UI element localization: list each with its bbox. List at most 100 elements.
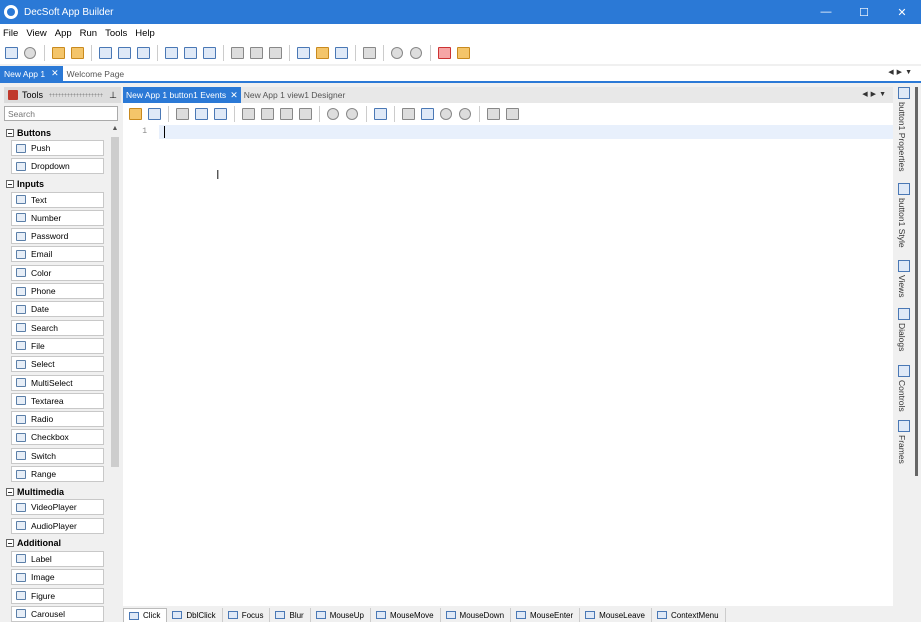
tool-item-carousel[interactable]: Carousel (11, 605, 104, 622)
cut-icon[interactable] (258, 105, 276, 123)
add-frame-icon[interactable] (200, 44, 218, 62)
options-icon[interactable] (360, 44, 378, 62)
menu-run[interactable]: Run (76, 28, 101, 39)
dialog-settings-icon[interactable] (247, 44, 265, 62)
tool-item-number[interactable]: Number (11, 209, 104, 226)
minimize-button[interactable]: — (807, 0, 845, 24)
view-settings-icon[interactable] (228, 44, 246, 62)
menu-app[interactable]: App (51, 28, 76, 39)
tool-item-audioplayer[interactable]: AudioPlayer (11, 517, 104, 534)
insert-icon[interactable] (173, 105, 191, 123)
open-app-icon[interactable] (21, 44, 39, 62)
find-icon[interactable] (399, 105, 417, 123)
collapse-icon[interactable] (6, 128, 14, 137)
tab-nav-arrows-icon[interactable]: ◀▶▼ (862, 90, 889, 98)
copy-icon[interactable] (277, 105, 295, 123)
app-files-icon[interactable] (313, 44, 331, 62)
tool-item-phone[interactable]: Phone (11, 283, 104, 300)
tool-item-dropdown[interactable]: Dropdown (11, 158, 104, 175)
frame-settings-icon[interactable] (266, 44, 284, 62)
event-tab-mouseenter[interactable]: MouseEnter (511, 608, 581, 622)
find-replace-icon[interactable] (418, 105, 436, 123)
goto-line-icon[interactable] (484, 105, 502, 123)
save-icon[interactable] (96, 44, 114, 62)
event-tab-mouseup[interactable]: MouseUp (311, 608, 371, 622)
category-multimedia[interactable]: Multimedia (4, 484, 108, 499)
event-tab-contextmenu[interactable]: ContextMenu (652, 608, 726, 622)
tool-item-date[interactable]: Date (11, 301, 104, 318)
tool-item-multiselect[interactable]: MultiSelect (11, 374, 104, 391)
close-tab-icon[interactable]: ✕ (51, 68, 59, 79)
collapse-icon[interactable] (6, 539, 14, 548)
close-tab-icon[interactable]: ✕ (230, 90, 238, 101)
event-tab-click[interactable]: Click (123, 608, 168, 622)
redo-icon[interactable] (343, 105, 361, 123)
tab-new-app-1[interactable]: New App 1 ✕ (0, 66, 63, 81)
tool-item-textarea[interactable]: Textarea (11, 392, 104, 409)
menu-file[interactable]: File (0, 28, 22, 39)
side-panel-button1-properties[interactable]: button1 Properties (895, 87, 921, 191)
tool-item-figure[interactable]: Figure (11, 587, 104, 604)
tool-item-range[interactable]: Range (11, 466, 104, 483)
code-snippet-icon[interactable] (371, 105, 389, 123)
scroll-thumb[interactable] (111, 137, 119, 467)
collapse-icon[interactable] (6, 487, 14, 496)
menu-tools[interactable]: Tools (101, 28, 131, 39)
format-icon[interactable] (192, 105, 210, 123)
event-tab-focus[interactable]: Focus (223, 608, 271, 622)
menu-view[interactable]: View (22, 28, 50, 39)
find-icon[interactable] (49, 44, 67, 62)
code-editor[interactable]: 1 I (123, 125, 893, 590)
tool-item-videoplayer[interactable]: VideoPlayer (11, 499, 104, 516)
table-icon[interactable] (211, 105, 229, 123)
tool-item-search[interactable]: Search (11, 319, 104, 336)
tool-item-email[interactable]: Email (11, 246, 104, 263)
tab-welcome-page[interactable]: Welcome Page (63, 66, 128, 81)
paste-icon[interactable] (296, 105, 314, 123)
tool-item-push[interactable]: Push (11, 140, 104, 156)
category-inputs[interactable]: Inputs (4, 177, 108, 192)
add-view-icon[interactable] (162, 44, 180, 62)
undo-icon[interactable] (324, 105, 342, 123)
tool-item-switch[interactable]: Switch (11, 447, 104, 464)
pin-icon[interactable]: ⊥ (109, 90, 117, 101)
tool-item-image[interactable]: Image (11, 569, 104, 586)
event-tab-dblclick[interactable]: DblClick (167, 608, 223, 622)
scroll-up-icon[interactable]: ▲ (109, 125, 121, 135)
drag-grip[interactable] (49, 93, 104, 97)
side-panel-button1-style[interactable]: button1 Style (895, 183, 921, 269)
sort-icon[interactable] (435, 44, 453, 62)
tool-item-radio[interactable]: Radio (11, 411, 104, 428)
add-dialog-icon[interactable] (181, 44, 199, 62)
debug-icon[interactable] (454, 44, 472, 62)
next-icon[interactable] (456, 105, 474, 123)
category-additional[interactable]: Additional (4, 536, 108, 551)
maximize-button[interactable]: ☐ (845, 0, 883, 24)
print-icon[interactable] (503, 105, 521, 123)
export-icon[interactable] (239, 105, 257, 123)
prev-icon[interactable] (437, 105, 455, 123)
event-tab-blur[interactable]: Blur (270, 608, 311, 622)
tool-item-color[interactable]: Color (11, 264, 104, 281)
side-panel-frames[interactable]: Frames (895, 420, 921, 478)
tool-item-label[interactable]: Label (11, 550, 104, 567)
open-file-icon[interactable] (126, 105, 144, 123)
event-tab-mousemove[interactable]: MouseMove (371, 608, 441, 622)
collapse-icon[interactable] (6, 180, 14, 189)
copy-app-icon[interactable] (134, 44, 152, 62)
category-buttons[interactable]: Buttons (4, 125, 108, 140)
save-all-icon[interactable] (115, 44, 133, 62)
close-button[interactable]: ✕ (883, 0, 921, 24)
tool-item-select[interactable]: Select (11, 356, 104, 373)
stop-icon[interactable] (407, 44, 425, 62)
app-properties-icon[interactable] (294, 44, 312, 62)
tool-item-checkbox[interactable]: Checkbox (11, 429, 104, 446)
menu-help[interactable]: Help (131, 28, 159, 39)
tab-button1-events[interactable]: New App 1 button1 Events ✕ (123, 87, 241, 103)
event-tab-mouseleave[interactable]: MouseLeave (580, 608, 652, 622)
new-app-icon[interactable] (2, 44, 20, 62)
tool-item-file[interactable]: File (11, 337, 104, 354)
tab-nav-arrows-icon[interactable]: ◀▶▼ (888, 68, 915, 76)
run-icon[interactable] (388, 44, 406, 62)
tools-search-input[interactable] (4, 106, 118, 121)
